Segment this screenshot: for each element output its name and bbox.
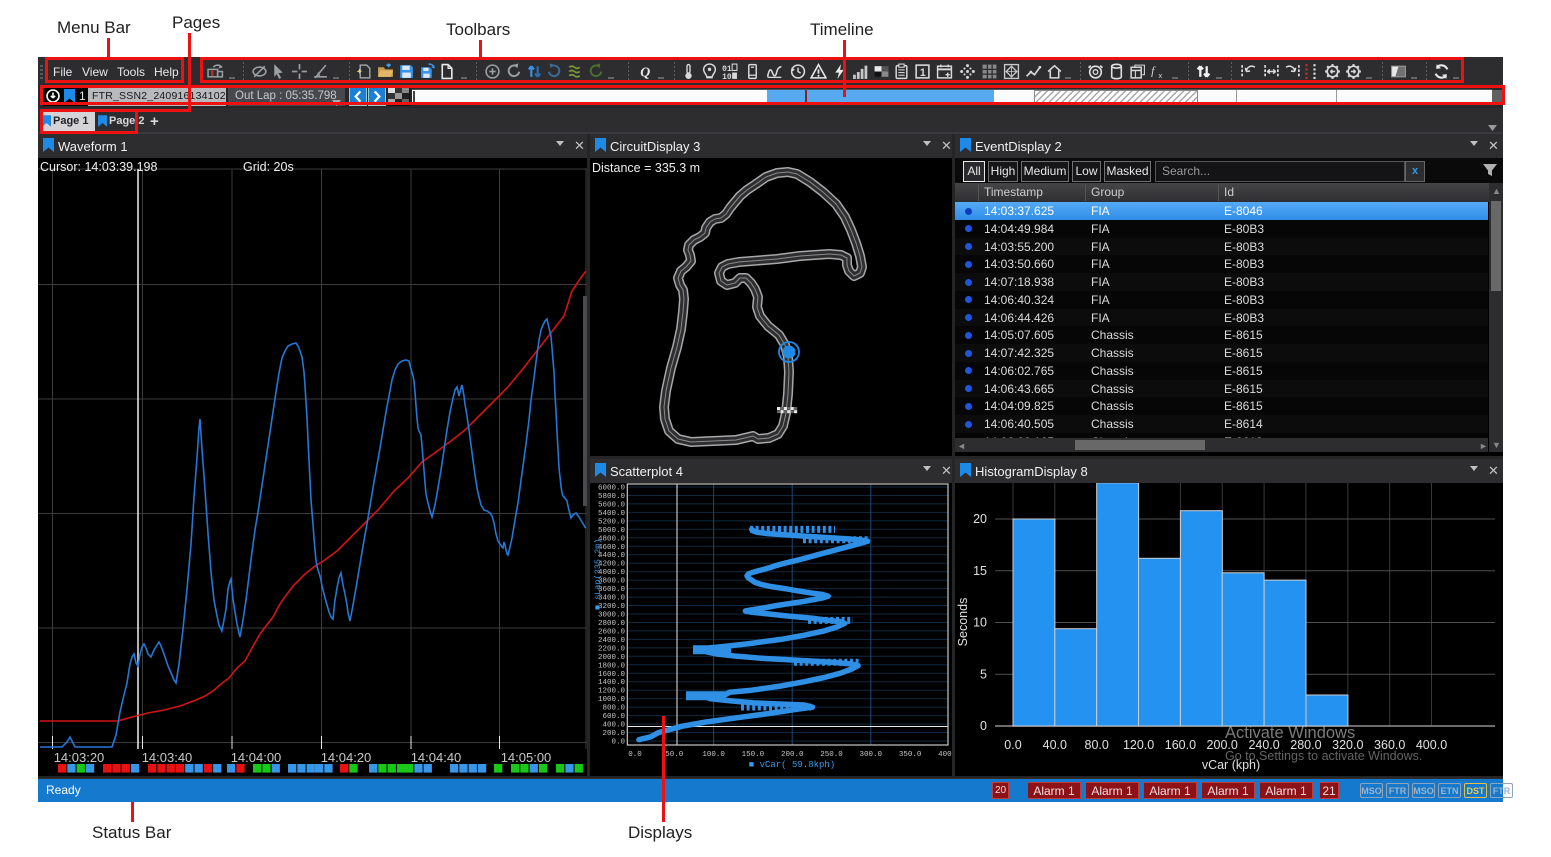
svg-text:2600.0: 2600.0 <box>598 628 626 636</box>
svg-text:14:04:20: 14:04:20 <box>321 750 372 765</box>
svg-text:Seconds: Seconds <box>956 598 970 647</box>
svg-text:0.0: 0.0 <box>628 751 642 759</box>
svg-text:2400.0: 2400.0 <box>598 637 626 645</box>
svg-text:300.0: 300.0 <box>860 751 883 759</box>
svg-text:600.0: 600.0 <box>602 713 625 721</box>
svg-text:x: x <box>1159 71 1163 80</box>
svg-text:1400.0: 1400.0 <box>598 679 626 687</box>
svg-text:10: 10 <box>722 73 732 80</box>
svg-text:1600.0: 1600.0 <box>598 671 626 679</box>
svg-text:15: 15 <box>973 564 987 578</box>
svg-text:1200.0: 1200.0 <box>598 688 626 696</box>
svg-text:Distance = 335.3 m: Distance = 335.3 m <box>592 161 700 175</box>
svg-text:400.0: 400.0 <box>602 722 625 730</box>
svg-text:5600.0: 5600.0 <box>598 501 626 509</box>
svg-text:40.0: 40.0 <box>1043 738 1067 752</box>
svg-text:0.0: 0.0 <box>1004 738 1021 752</box>
svg-text:350.0: 350.0 <box>899 751 922 759</box>
svg-text:2200.0: 2200.0 <box>598 645 626 653</box>
svg-text:5400.0: 5400.0 <box>598 510 626 518</box>
svg-text:10: 10 <box>973 616 987 630</box>
svg-text:2000.0: 2000.0 <box>598 654 626 662</box>
svg-text:Grid: 20s: Grid: 20s <box>243 160 294 174</box>
svg-text:6000.0: 6000.0 <box>598 485 626 493</box>
svg-text:0: 0 <box>980 719 987 733</box>
svg-text:5800.0: 5800.0 <box>598 493 626 501</box>
svg-text:400.0: 400.0 <box>938 751 952 759</box>
svg-text:800.0: 800.0 <box>602 705 625 713</box>
svg-text:200.0: 200.0 <box>602 730 625 738</box>
svg-text:14:04:40: 14:04:40 <box>411 750 462 765</box>
svg-text:1000.0: 1000.0 <box>598 696 626 704</box>
svg-text:100.0: 100.0 <box>702 751 725 759</box>
svg-text:160.0: 160.0 <box>1165 738 1196 752</box>
svg-text:■ vCar( 59.8kph): ■ vCar( 59.8kph) <box>749 760 835 770</box>
svg-text:3000.0: 3000.0 <box>598 612 626 620</box>
svg-text:f: f <box>1151 65 1156 78</box>
svg-text:14:03:40: 14:03:40 <box>142 750 193 765</box>
svg-text:5000.0: 5000.0 <box>598 527 626 535</box>
svg-text:2800.0: 2800.0 <box>598 620 626 628</box>
svg-text:0.0: 0.0 <box>611 739 625 747</box>
svg-text:vCar (kph): vCar (kph) <box>1202 758 1260 772</box>
svg-text:Activate Windows: Activate Windows <box>1225 724 1355 742</box>
svg-text:150.0: 150.0 <box>742 751 765 759</box>
svg-text:120.0: 120.0 <box>1123 738 1154 752</box>
svg-text:1: 1 <box>920 67 926 79</box>
svg-text:50.0: 50.0 <box>665 751 684 759</box>
svg-text:80.0: 80.0 <box>1085 738 1109 752</box>
svg-text:Cursor: 14:03:39.198: Cursor: 14:03:39.198 <box>40 160 157 174</box>
svg-text:5200.0: 5200.0 <box>598 518 626 526</box>
svg-text:200.0: 200.0 <box>781 751 804 759</box>
svg-text:250.0: 250.0 <box>820 751 843 759</box>
svg-text:1800.0: 1800.0 <box>598 662 626 670</box>
svg-text:14:04:00: 14:04:00 <box>231 750 282 765</box>
svg-text:14:05:00: 14:05:00 <box>501 750 552 765</box>
svg-text:Q: Q <box>640 64 650 79</box>
svg-text:5: 5 <box>980 667 987 681</box>
svg-text:■ sLap(335.2m): ■ sLap(335.2m) <box>593 539 603 610</box>
svg-text:14:03:20: 14:03:20 <box>54 750 105 765</box>
svg-text:20: 20 <box>973 512 987 526</box>
